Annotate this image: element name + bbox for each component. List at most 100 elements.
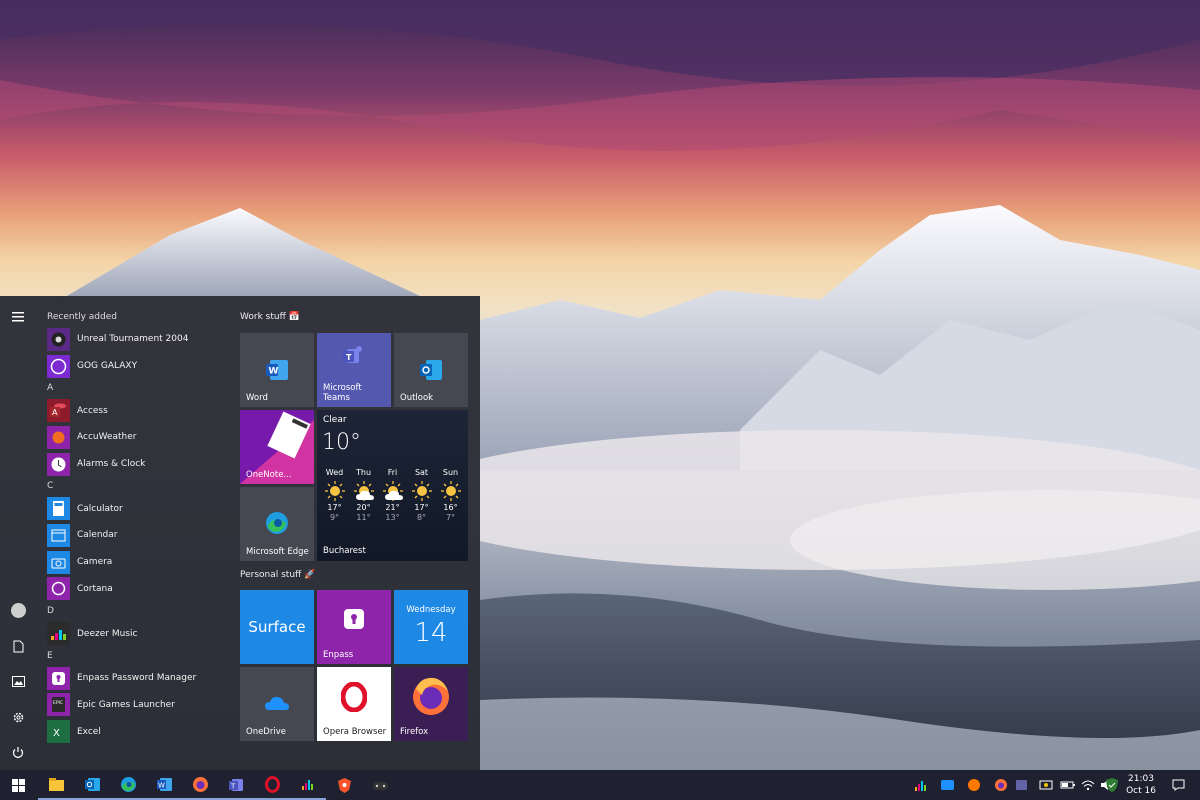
start-taskbar-button[interactable] [0, 770, 36, 800]
cortana-icon [47, 577, 70, 601]
tile-onenote[interactable]: OneNote... [240, 410, 314, 484]
file-explorer-taskbar-button[interactable] [38, 770, 74, 800]
tile-edge[interactable]: Microsoft Edge [240, 487, 314, 561]
tile-onedrive[interactable]: OneDrive [240, 667, 314, 741]
forecast-day-name: Fri [387, 468, 398, 477]
tile-enpass[interactable]: Enpass [317, 590, 391, 664]
onedrive-icon [941, 780, 954, 790]
app-list-section-header[interactable]: Recently added [36, 308, 230, 326]
outlook-icon [84, 777, 100, 791]
app-list-section-header[interactable]: A [36, 379, 230, 397]
webcam-tray-button[interactable] [1038, 777, 1054, 793]
forecast-high: 16° [443, 503, 458, 512]
app-list-item-label: Epic Games Launcher [77, 699, 175, 710]
battery-tray-button[interactable] [1060, 777, 1076, 793]
app-list-item[interactable]: A Access [36, 397, 230, 424]
forecast-high: 21° [385, 503, 400, 512]
app-list-item[interactable]: Cortana [36, 576, 230, 603]
svg-text:T: T [346, 353, 352, 362]
webcam-icon [1039, 780, 1053, 790]
tile-teams[interactable]: T Microsoft Teams [317, 333, 391, 407]
app-list-item-label: Calculator [77, 503, 123, 514]
app-list-section-header[interactable]: E [36, 647, 230, 665]
tile-label: Microsoft Edge [246, 547, 309, 557]
svg-text:EPIC: EPIC [53, 700, 63, 706]
app-list-item[interactable]: Calculator [36, 495, 230, 522]
sun-icon [324, 481, 345, 501]
tile-calendar[interactable]: Wednesday 14 [394, 590, 468, 664]
tile-firefox[interactable]: Firefox [394, 667, 468, 741]
edge-icon [266, 512, 288, 534]
avast-tray-button[interactable] [966, 777, 982, 793]
settings-button[interactable] [6, 705, 30, 729]
app-list-item[interactable]: Enpass Password Manager [36, 665, 230, 692]
clock-time: 21:03 [1128, 774, 1154, 784]
pictures-button[interactable] [6, 669, 30, 693]
app-list-item[interactable]: Camera [36, 549, 230, 576]
picture-icon [11, 675, 25, 687]
svg-text:W: W [269, 367, 279, 377]
partly-cloudy-icon [353, 481, 374, 501]
firefox-taskbar-button[interactable] [182, 770, 218, 800]
battery-icon [1060, 781, 1075, 789]
app-list-section-header[interactable]: C [36, 477, 230, 495]
documents-button[interactable] [6, 634, 30, 658]
teams-tray-tray-button[interactable] [1014, 777, 1030, 793]
app-list-item[interactable]: Unreal Tournament 2004 [36, 326, 230, 353]
word-taskbar-button[interactable]: W [146, 770, 182, 800]
onedrive-icon [265, 696, 289, 710]
edge-taskbar-button[interactable] [110, 770, 146, 800]
tile-opera[interactable]: Opera Browser [317, 667, 391, 741]
deezer-tray-tray-button[interactable] [913, 777, 929, 793]
tile-weather[interactable]: Clear 10° Wed 17° 9° Thu 20° 11° Fri 21° 13° Sat 1… [317, 410, 468, 561]
deezer-taskbar-button[interactable] [290, 770, 326, 800]
camera-icon [47, 550, 70, 574]
app-list-item[interactable]: X Excel [36, 718, 230, 745]
tiles-area: Work stuff 📅 W Word T Microsoft Teams Ou… [240, 296, 472, 770]
tile-outlook[interactable]: Outlook [394, 333, 468, 407]
app-list: Recently added Unreal Tournament 2004 GOG … [36, 308, 230, 770]
app-list-item[interactable]: GOG GALAXY [36, 353, 230, 380]
game-controller-icon [372, 781, 388, 790]
app-list-item[interactable]: Calendar [36, 522, 230, 549]
app-list-item[interactable]: Deezer Music [36, 620, 230, 647]
forecast-low: 9° [329, 513, 340, 522]
outlook-taskbar-button[interactable] [74, 770, 110, 800]
weather-city: Bucharest [323, 546, 366, 556]
group-title-work[interactable]: Work stuff 📅 [240, 312, 300, 322]
group-title-personal[interactable]: Personal stuff 🚀 [240, 570, 315, 580]
app-list-item[interactable]: EPIC Epic Games Launcher [36, 692, 230, 719]
word-icon: W [156, 777, 172, 791]
forecast-low: 11° [356, 513, 371, 522]
access-icon: A [47, 399, 70, 423]
brave-taskbar-button[interactable] [326, 770, 362, 800]
hamburger-menu-button[interactable] [6, 305, 30, 329]
app-list-section-header[interactable]: D [36, 602, 230, 620]
opera-taskbar-button[interactable] [254, 770, 290, 800]
wifi-tray-button[interactable] [1080, 777, 1096, 793]
taskbar-clock[interactable]: 21:03 Oct 16 [1118, 773, 1164, 797]
accuweather-icon [47, 425, 70, 449]
app-list-item[interactable]: Alarms & Clock [36, 451, 230, 478]
teams-taskbar-button[interactable]: T [218, 770, 254, 800]
game-controller-taskbar-button[interactable] [362, 770, 398, 800]
svg-text:X: X [53, 728, 60, 739]
user-account-button[interactable] [6, 598, 30, 622]
app-list-item[interactable]: AccuWeather [36, 424, 230, 451]
tile-word[interactable]: W Word [240, 333, 314, 407]
forecast-day-name: Sun [442, 468, 459, 477]
tile-surface[interactable]: Surface [240, 590, 314, 664]
opera-icon [341, 682, 367, 712]
weather-forecast: Wed 17° 9° Thu 20° 11° Fri 21° 13° Sat 17° 8° Sun 16°… [320, 468, 465, 538]
action-center-button[interactable] [1170, 777, 1186, 793]
forecast-day: Wed 17° 9° [320, 468, 349, 523]
onedrive-tray-button[interactable] [940, 777, 956, 793]
forecast-high: 17° [327, 503, 342, 512]
app-list-item-label: Alarms & Clock [77, 459, 146, 470]
unreal-tournament-icon [47, 327, 70, 351]
firefox-tray-tray-button[interactable] [993, 777, 1009, 793]
sun-icon [440, 481, 461, 501]
power-button[interactable] [6, 740, 30, 764]
forecast-day: Sun 16° 7° [436, 468, 465, 523]
start-icon [11, 778, 25, 792]
